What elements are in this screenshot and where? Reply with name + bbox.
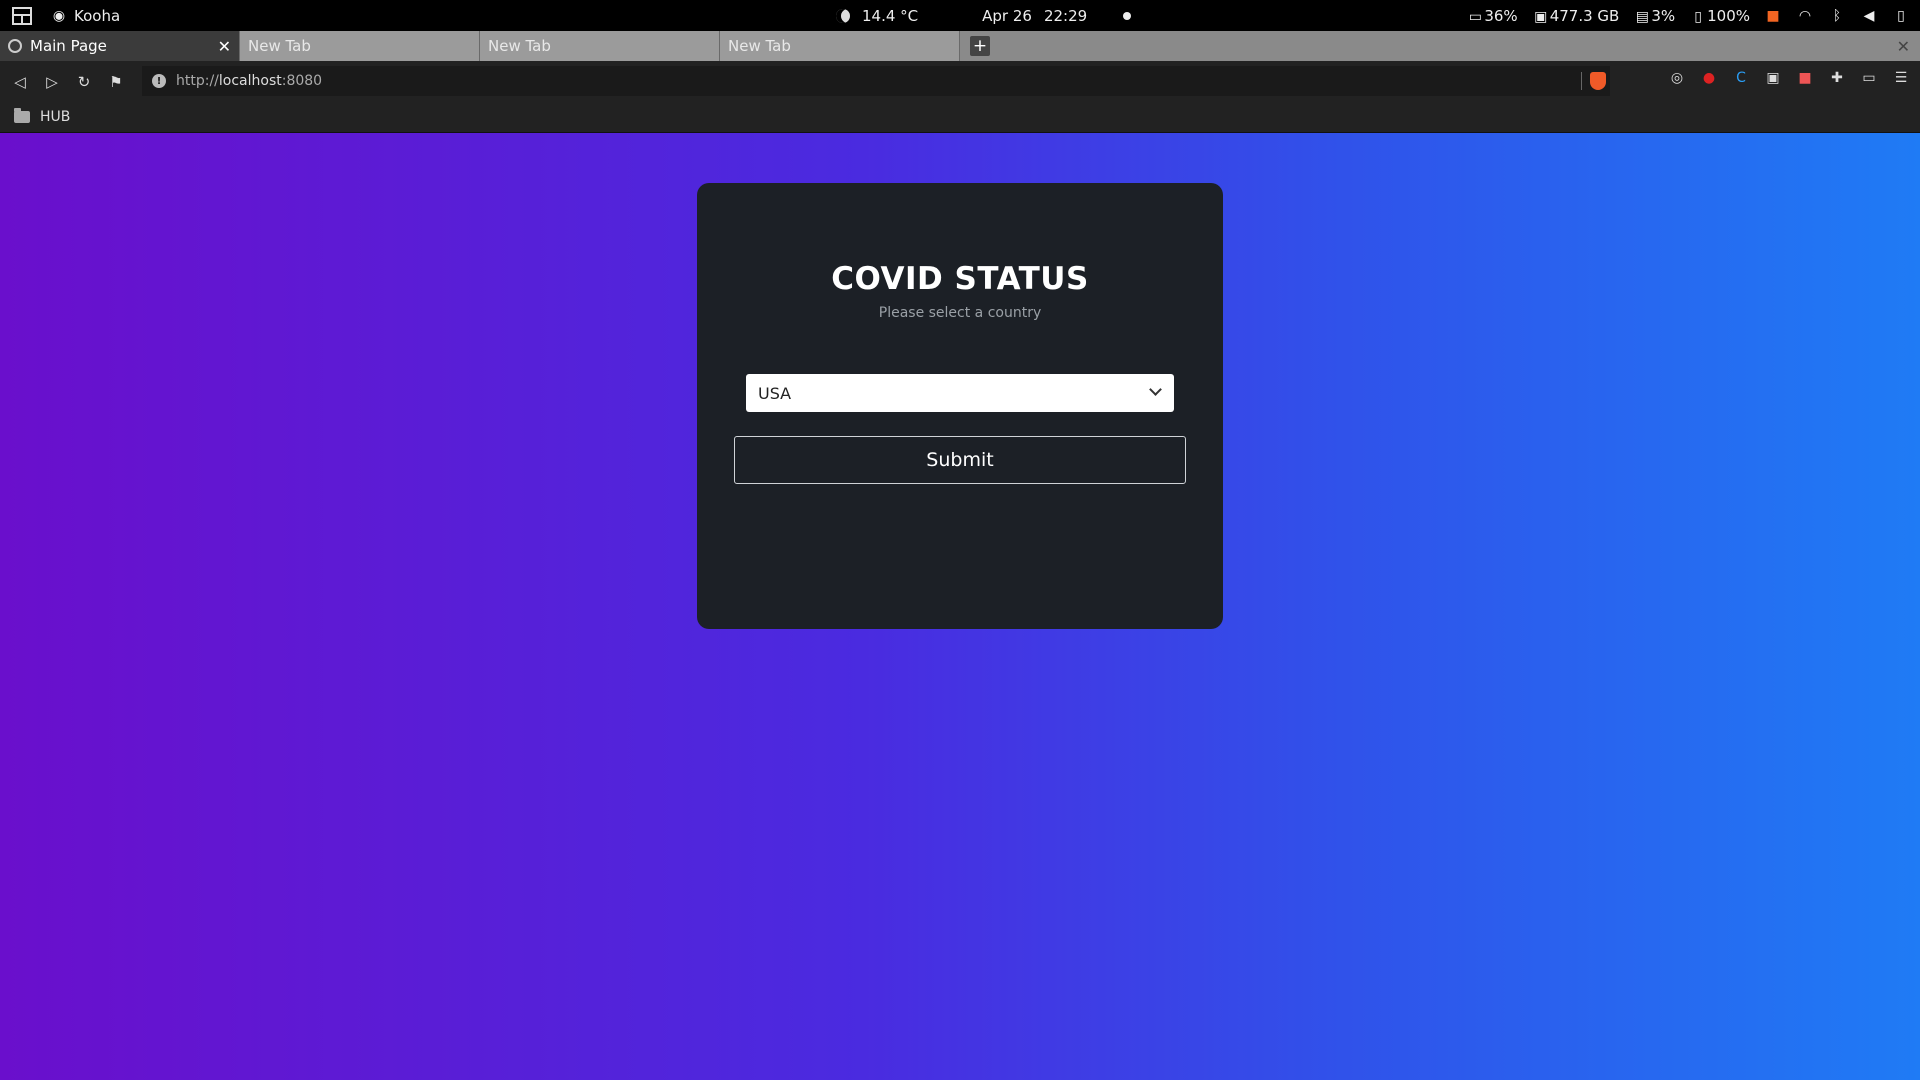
- extension-window-icon[interactable]: ▣: [1764, 69, 1782, 87]
- country-select[interactable]: USA: [746, 374, 1174, 412]
- tab-label: New Tab: [728, 37, 791, 55]
- page-favicon-icon: [8, 39, 22, 53]
- tab-new-tab[interactable]: New Tab: [240, 31, 480, 61]
- extensions-area: ◎ ● C ▣ ■ ✚ ▭ ☰: [1668, 69, 1910, 87]
- battery-value: 100%: [1707, 6, 1750, 25]
- disk-value: 477.3 GB: [1549, 6, 1620, 25]
- url-port: :8080: [281, 73, 323, 89]
- extension-c-icon[interactable]: C: [1732, 69, 1750, 87]
- ublock-icon[interactable]: ●: [1700, 69, 1718, 87]
- url-host: localhost: [218, 73, 282, 89]
- folder-icon: [14, 108, 30, 123]
- screen-recorder-icon: ◉: [52, 7, 66, 24]
- brave-shield-icon[interactable]: [1590, 72, 1606, 90]
- new-tab-button[interactable]: +: [970, 36, 990, 56]
- tab-new-tab[interactable]: New Tab: [720, 31, 960, 61]
- forward-icon[interactable]: ▷: [40, 70, 64, 94]
- disk-indicator: ▣ 477.3 GB: [1532, 6, 1620, 25]
- time-label: 22:29: [1043, 6, 1088, 25]
- browser-tab-strip: Main Page ✕ New Tab New Tab New Tab + ✕: [0, 31, 1920, 61]
- country-select-value: USA: [758, 383, 792, 403]
- url-scheme: http://: [176, 73, 219, 89]
- power-icon[interactable]: ▯: [1892, 8, 1910, 24]
- extension-badge-icon[interactable]: ■: [1796, 69, 1814, 87]
- site-info-icon[interactable]: !: [152, 74, 166, 88]
- system-top-bar: ◉ Kooha 14.4 °C Apr 26 22:29 ▭ 36% ▣ 477.3…: [0, 0, 1920, 31]
- app-name: Kooha: [74, 6, 121, 25]
- submit-button[interactable]: Submit: [734, 436, 1186, 484]
- app-indicator[interactable]: ◉ Kooha: [50, 7, 120, 25]
- weather-night-icon: [836, 8, 850, 23]
- bookmarks-bar: HUB: [0, 102, 1920, 133]
- bookmark-folder-hub[interactable]: HUB: [40, 109, 70, 125]
- page-content: COVID STATUS Please select a country USA…: [0, 133, 1920, 1080]
- volume-icon[interactable]: ◀: [1860, 8, 1878, 24]
- memory-value: 3%: [1651, 6, 1676, 25]
- cpu-indicator: ▭ 36%: [1466, 6, 1518, 25]
- tab-new-tab[interactable]: New Tab: [480, 31, 720, 61]
- bookmark-icon[interactable]: ⚑: [104, 70, 128, 94]
- tab-label: New Tab: [248, 37, 311, 55]
- battery-icon: ▯: [1694, 8, 1702, 25]
- reload-icon[interactable]: ↻: [72, 70, 96, 94]
- extensions-puzzle-icon[interactable]: ✚: [1828, 69, 1846, 87]
- notification-dot-icon: [1123, 11, 1132, 20]
- battery-indicator: ▯ 100%: [1689, 7, 1750, 25]
- back-icon[interactable]: ◁: [8, 70, 32, 94]
- page-subtitle: Please select a country: [878, 305, 1042, 321]
- page-title: COVID STATUS: [831, 261, 1089, 297]
- tab-label: New Tab: [488, 37, 551, 55]
- memory-icon: ▤: [1635, 8, 1649, 25]
- weather-temp: 14.4 °C: [862, 6, 919, 25]
- url-text: http://localhost:8080: [176, 73, 322, 89]
- wifi-icon[interactable]: ◠: [1796, 8, 1814, 24]
- cpu-icon: ▭: [1468, 8, 1482, 25]
- tab-main-page[interactable]: Main Page ✕: [0, 31, 240, 61]
- extension-glasses-icon[interactable]: ◎: [1668, 69, 1686, 87]
- tab-close-icon[interactable]: ✕: [218, 37, 231, 56]
- memory-indicator: ▤ 3%: [1633, 7, 1675, 25]
- clock-area[interactable]: 14.4 °C Apr 26 22:29: [836, 6, 1132, 25]
- menu-icon[interactable]: ☰: [1892, 69, 1910, 87]
- address-bar[interactable]: ! http://localhost:8080: [142, 66, 1610, 96]
- disk-icon: ▣: [1534, 8, 1548, 25]
- address-divider: [1581, 72, 1582, 90]
- date-label: Apr 26: [982, 6, 1032, 25]
- tab-label: Main Page: [30, 37, 107, 55]
- wallet-icon[interactable]: ▭: [1860, 69, 1878, 87]
- browser-toolbar: ◁ ▷ ↻ ⚑ ! http://localhost:8080 ◎ ● C ▣ …: [0, 61, 1920, 102]
- bluetooth-icon[interactable]: ᛒ: [1828, 8, 1846, 24]
- window-close-icon[interactable]: ✕: [1897, 37, 1910, 56]
- activities-grid-icon[interactable]: [12, 6, 32, 25]
- covid-status-card: COVID STATUS Please select a country USA…: [697, 183, 1223, 629]
- update-icon[interactable]: ■: [1764, 8, 1782, 24]
- cpu-value: 36%: [1484, 6, 1518, 25]
- chevron-down-icon: [1149, 383, 1162, 396]
